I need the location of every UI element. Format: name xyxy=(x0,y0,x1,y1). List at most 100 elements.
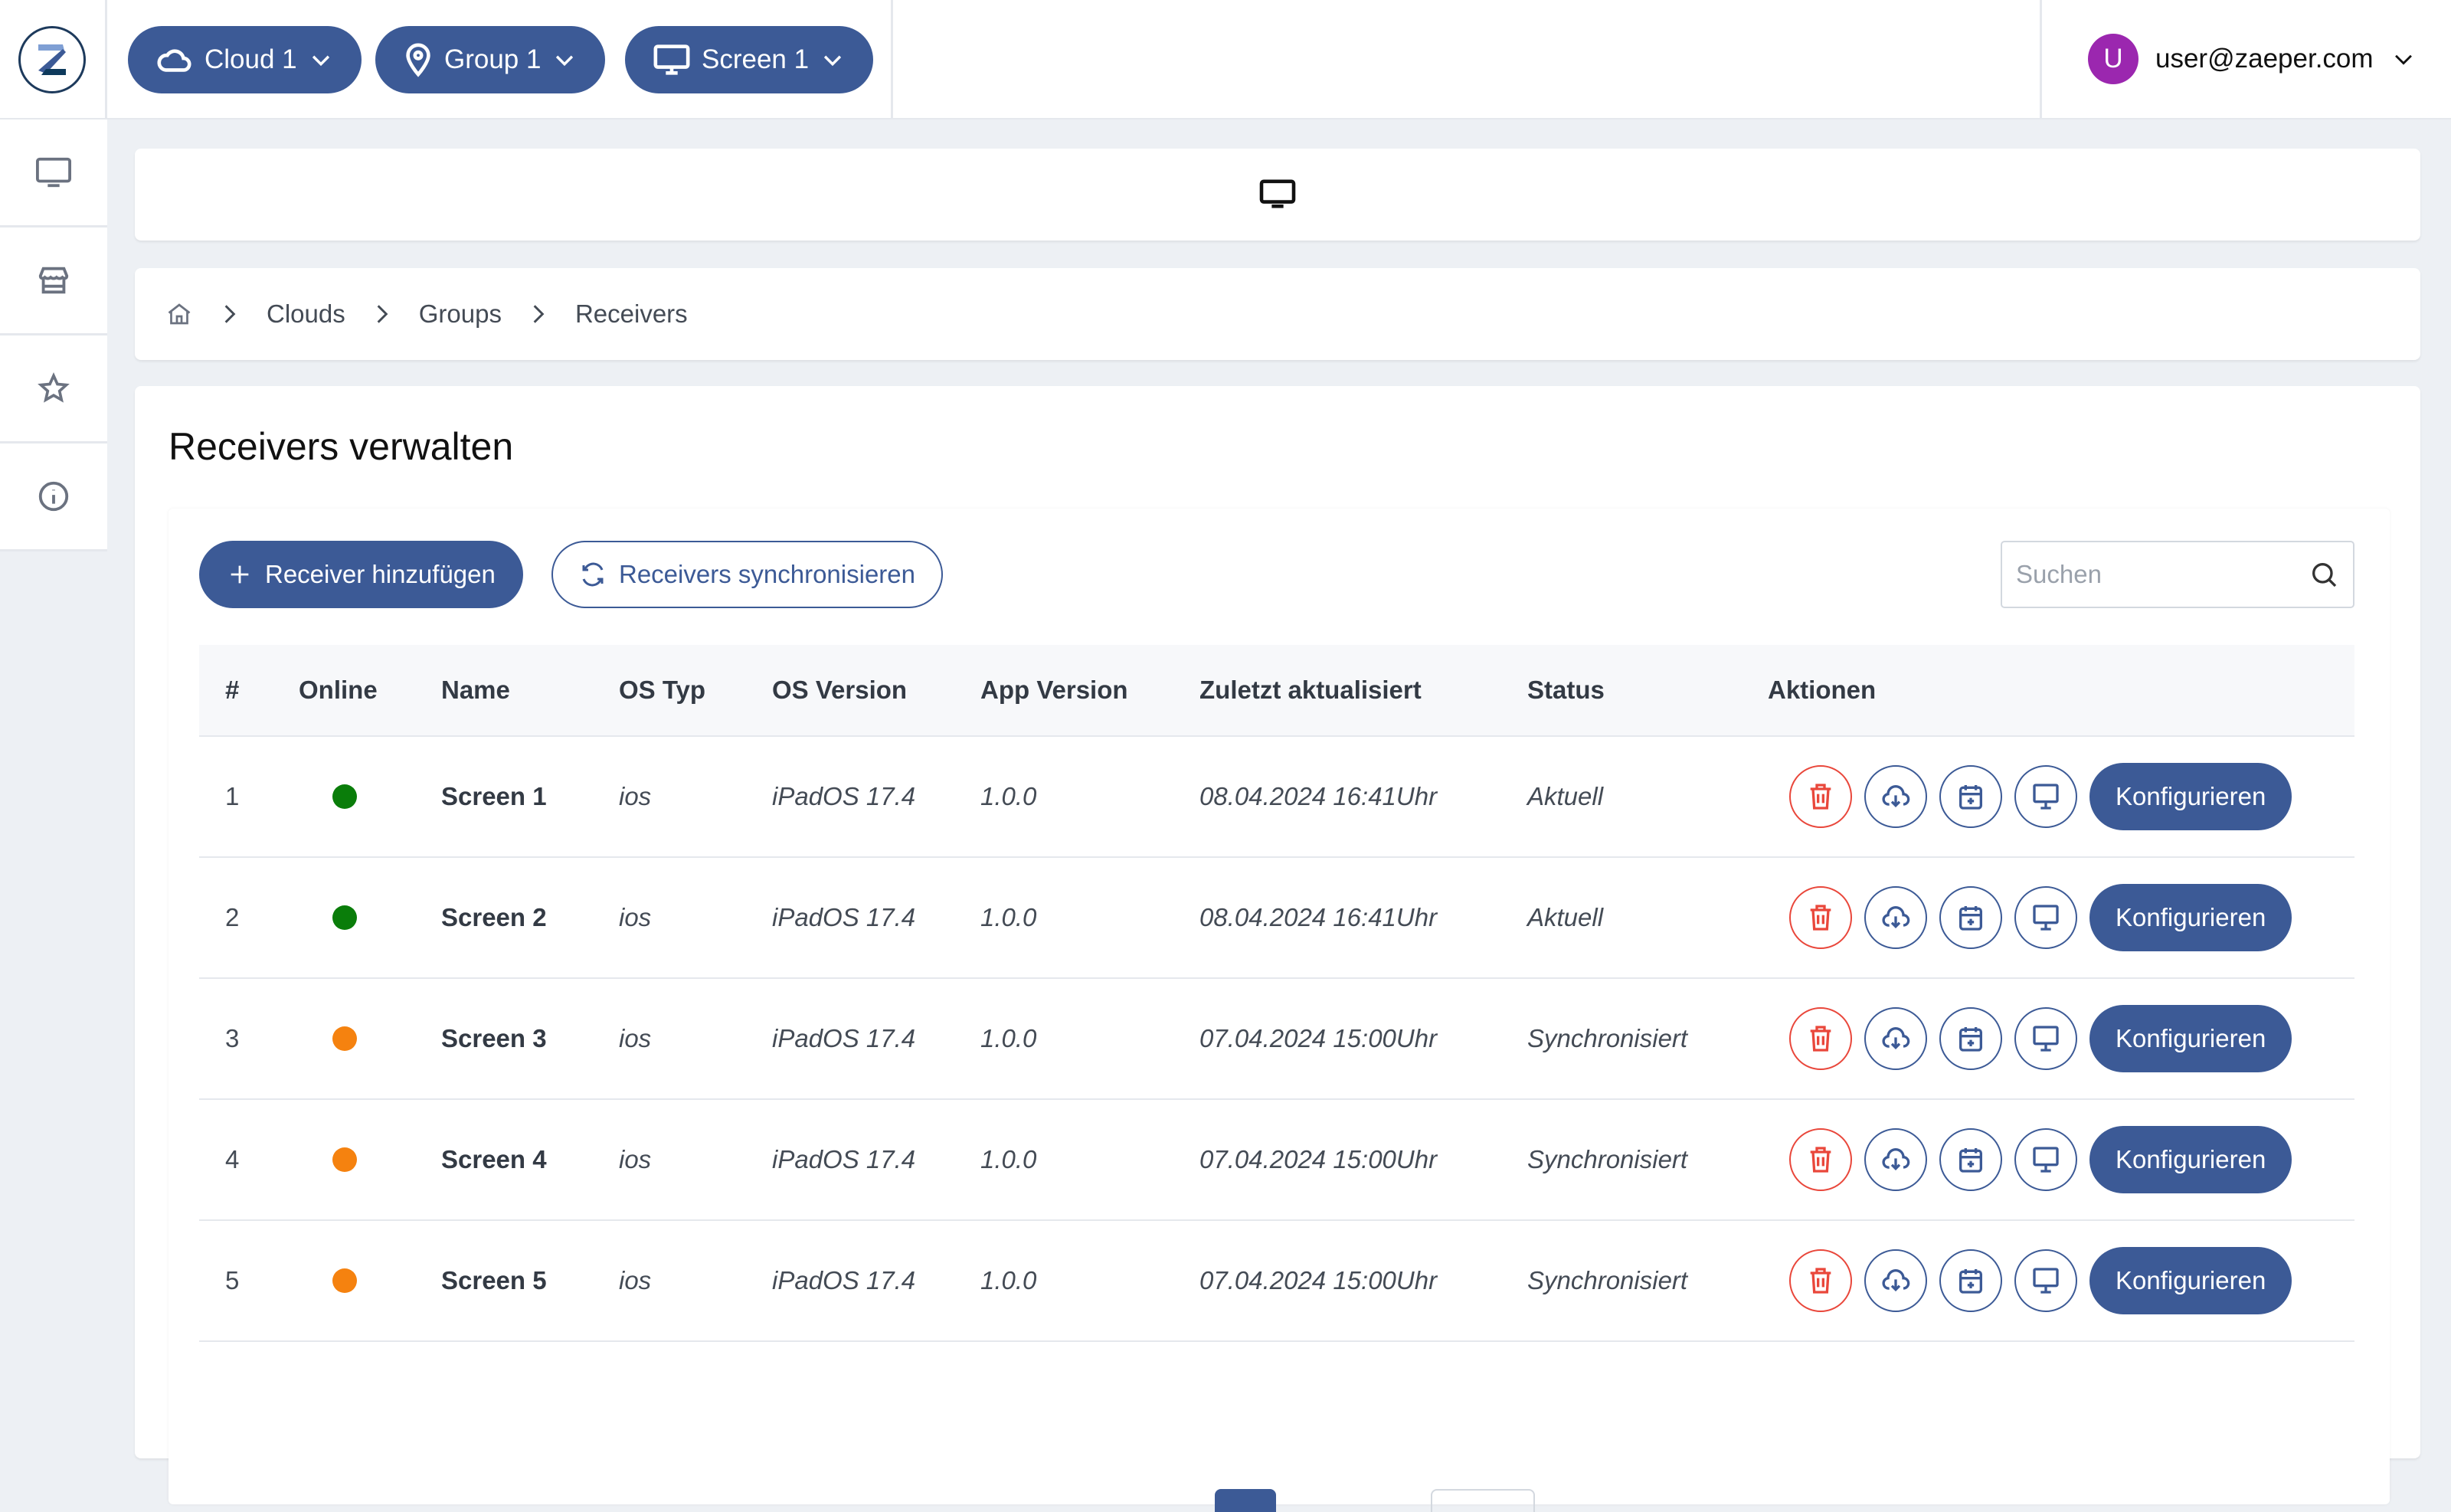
user-email: user@zaeper.com xyxy=(2155,44,2374,74)
home-icon[interactable] xyxy=(165,300,193,328)
table-row: 2 Screen 2 ios iPadOS 17.4 1.0.0 08.04.2… xyxy=(199,858,2354,979)
search-field[interactable] xyxy=(2001,541,2354,608)
app-version: 1.0.0 xyxy=(980,1145,1037,1173)
cloud-download-button[interactable] xyxy=(1864,1007,1927,1070)
preview-button[interactable] xyxy=(2014,1128,2077,1191)
screen-selector[interactable]: Screen 1 xyxy=(625,26,874,93)
cloud-download-icon xyxy=(1882,785,1910,808)
trash-icon xyxy=(1810,1026,1831,1052)
configure-label: Konfigurieren xyxy=(2116,1145,2266,1173)
calendar-plus-icon xyxy=(1959,1269,1982,1294)
schedule-button[interactable] xyxy=(1939,886,2002,949)
monitor-icon xyxy=(653,44,690,75)
receiver-name: Screen 3 xyxy=(441,1024,547,1052)
delete-button[interactable] xyxy=(1789,1249,1852,1312)
cloud-download-button[interactable] xyxy=(1864,1128,1927,1191)
table-row: 1 Screen 1 ios iPadOS 17.4 1.0.0 08.04.2… xyxy=(199,737,2354,858)
os-version: iPadOS 17.4 xyxy=(772,782,916,810)
column-header-os-type: OS Typ xyxy=(619,676,706,704)
breadcrumb-clouds[interactable]: Clouds xyxy=(267,299,345,329)
pagination-page-size[interactable] xyxy=(1431,1489,1535,1512)
add-receiver-button[interactable]: Receiver hinzufügen xyxy=(199,541,523,608)
schedule-button[interactable] xyxy=(1939,1249,2002,1312)
last-updated: 08.04.2024 16:41Uhr xyxy=(1199,903,1438,931)
cloud-download-button[interactable] xyxy=(1864,1249,1927,1312)
pagination-active-page[interactable] xyxy=(1215,1489,1276,1512)
status: Synchronisiert xyxy=(1527,1266,1688,1294)
cloud-icon xyxy=(157,49,191,72)
online-indicator xyxy=(332,1268,357,1293)
last-updated: 07.04.2024 15:00Uhr xyxy=(1199,1145,1438,1173)
add-receiver-label: Receiver hinzufügen xyxy=(265,560,496,588)
search-input[interactable] xyxy=(2016,560,2292,589)
os-version: iPadOS 17.4 xyxy=(772,1024,916,1052)
receivers-panel: Receivers verwalten Receiver hinzufügen … xyxy=(135,386,2420,1512)
status: Synchronisiert xyxy=(1527,1145,1688,1173)
breadcrumb-receivers: Receivers xyxy=(574,299,688,328)
divider xyxy=(891,0,893,119)
table-row: 5 Screen 5 ios iPadOS 17.4 1.0.0 07.04.2… xyxy=(199,1221,2354,1342)
column-header-actions: Aktionen xyxy=(1768,676,1877,704)
row-number: 3 xyxy=(225,1024,240,1052)
os-type: ios xyxy=(619,1266,652,1294)
search-icon[interactable] xyxy=(2309,559,2339,590)
sync-receivers-button[interactable]: Receivers synchronisieren xyxy=(551,541,943,608)
column-header-online: Online xyxy=(299,676,378,704)
row-actions: Konfigurieren xyxy=(1789,1100,2292,1219)
delete-button[interactable] xyxy=(1789,886,1852,949)
delete-button[interactable] xyxy=(1789,765,1852,828)
online-indicator xyxy=(332,784,357,809)
last-updated: 07.04.2024 15:00Uhr xyxy=(1199,1024,1438,1052)
app-logo[interactable] xyxy=(18,26,86,93)
chevron-right-icon xyxy=(533,305,545,323)
chevron-right-icon xyxy=(377,305,388,323)
schedule-button[interactable] xyxy=(1939,1007,2002,1070)
column-header-app-version: App Version xyxy=(980,676,1128,704)
column-header-updated: Zuletzt aktualisiert xyxy=(1199,676,1422,704)
cloud-download-icon xyxy=(1882,1269,1910,1292)
trash-icon xyxy=(1810,905,1831,931)
user-menu[interactable]: U user@zaeper.com xyxy=(2088,34,2417,84)
preview-button[interactable] xyxy=(2014,886,2077,949)
delete-button[interactable] xyxy=(1789,1128,1852,1191)
row-number: 5 xyxy=(225,1266,240,1294)
status: Aktuell xyxy=(1527,903,1604,931)
sidebar-item-info[interactable] xyxy=(0,443,107,551)
delete-button[interactable] xyxy=(1789,1007,1852,1070)
preview-button[interactable] xyxy=(2014,765,2077,828)
configure-button[interactable]: Konfigurieren xyxy=(2089,1126,2292,1193)
breadcrumb-groups[interactable]: Groups xyxy=(419,299,502,329)
configure-label: Konfigurieren xyxy=(2116,782,2266,810)
schedule-button[interactable] xyxy=(1939,765,2002,828)
device-type-bar xyxy=(135,149,2420,241)
calendar-plus-icon xyxy=(1959,1027,1982,1052)
online-status xyxy=(332,858,357,977)
schedule-button[interactable] xyxy=(1939,1128,2002,1191)
top-bar: Cloud 1 Group 1 Screen 1 U user@zaeper.c… xyxy=(0,0,2451,119)
os-type: ios xyxy=(619,1145,652,1173)
group-selector[interactable]: Group 1 xyxy=(375,26,606,93)
monitor-icon[interactable] xyxy=(1258,178,1297,211)
configure-button[interactable]: Konfigurieren xyxy=(2089,763,2292,830)
configure-label: Konfigurieren xyxy=(2116,1024,2266,1052)
row-number: 1 xyxy=(225,782,240,810)
avatar: U xyxy=(2088,34,2138,84)
configure-button[interactable]: Konfigurieren xyxy=(2089,1247,2292,1314)
status: Synchronisiert xyxy=(1527,1024,1688,1052)
os-type: ios xyxy=(619,903,652,931)
preview-button[interactable] xyxy=(2014,1249,2077,1312)
cloud-download-icon xyxy=(1882,906,1910,929)
cloud-download-icon xyxy=(1882,1027,1910,1050)
configure-button[interactable]: Konfigurieren xyxy=(2089,884,2292,951)
receiver-name: Screen 2 xyxy=(441,903,547,931)
configure-button[interactable]: Konfigurieren xyxy=(2089,1005,2292,1072)
row-actions: Konfigurieren xyxy=(1789,1221,2292,1340)
cloud-download-button[interactable] xyxy=(1864,765,1927,828)
online-status xyxy=(332,737,357,856)
sidebar-item-favorites[interactable] xyxy=(0,335,107,443)
sidebar-item-screens[interactable] xyxy=(0,119,107,227)
cloud-selector[interactable]: Cloud 1 xyxy=(128,26,362,93)
sidebar-item-store[interactable] xyxy=(0,227,107,335)
preview-button[interactable] xyxy=(2014,1007,2077,1070)
cloud-download-button[interactable] xyxy=(1864,886,1927,949)
